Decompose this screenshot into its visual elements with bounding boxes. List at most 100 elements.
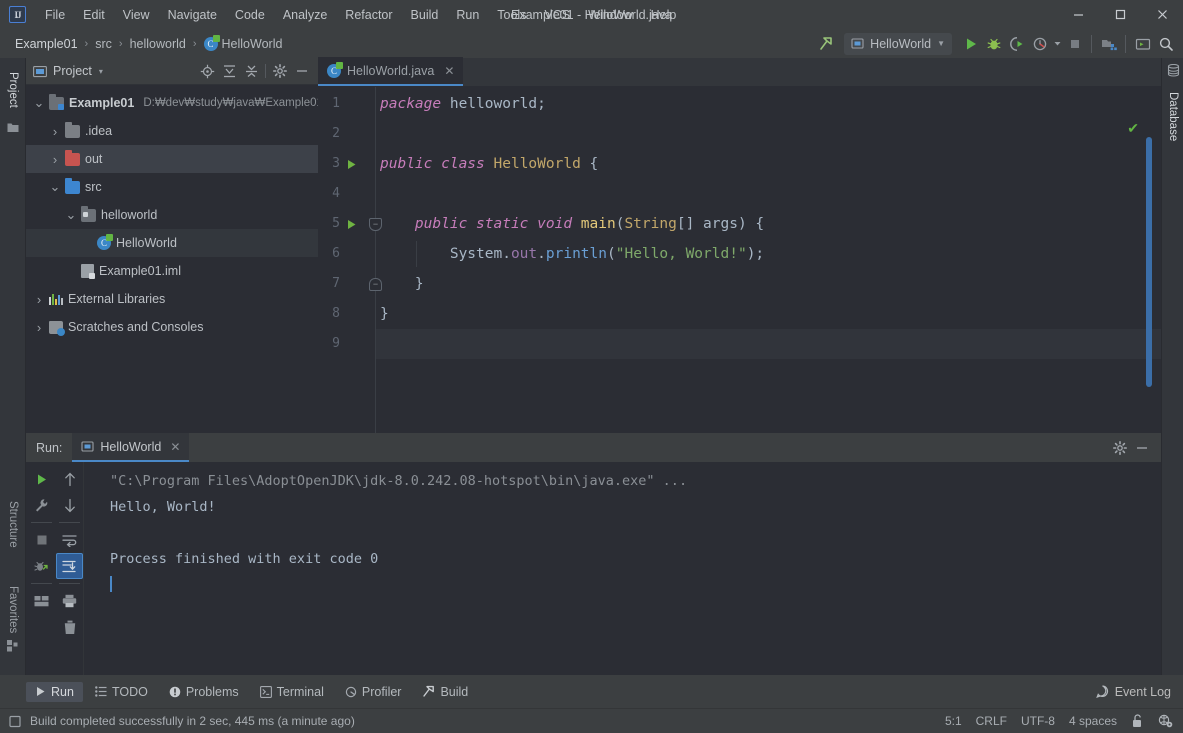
line-separator[interactable]: CRLF — [976, 714, 1007, 728]
profiler-dropdown-icon[interactable] — [1051, 32, 1063, 55]
line-number: 8 — [332, 306, 340, 321]
caret-position[interactable]: 5:1 — [945, 714, 962, 728]
dump-threads-icon[interactable] — [28, 553, 55, 579]
bottom-tab-problems[interactable]: Problems — [160, 682, 248, 702]
minimize-button[interactable] — [1057, 0, 1099, 29]
locate-icon[interactable] — [196, 60, 218, 82]
sidebar-item-favorites[interactable]: Favorites — [0, 577, 26, 643]
tree-node-label: src — [85, 180, 102, 194]
breadcrumb-item-example01[interactable]: Example01 — [11, 35, 82, 53]
scroll-to-end-icon[interactable] — [56, 553, 83, 579]
chevron-down-icon[interactable]: ⌄ — [48, 180, 62, 194]
expand-all-icon[interactable] — [218, 60, 240, 82]
code-line: public static void main(String[] args) { — [380, 209, 764, 239]
menu-item-file[interactable]: File — [36, 5, 74, 25]
close-icon[interactable]: ✕ — [444, 64, 454, 78]
console-output[interactable]: "C:\Program Files\AdoptOpenJDK\jdk-8.0.2… — [84, 462, 1161, 675]
tree-node[interactable]: › External Libraries — [26, 285, 318, 313]
menu-item-vcs[interactable]: VCS — [535, 5, 579, 25]
code-editor[interactable]: 1 2 3 4 5 6 7 8 9 package helloworld; public clas… — [318, 87, 1161, 433]
sidebar-item-database[interactable]: Database — [1162, 82, 1183, 152]
close-icon[interactable]: ✕ — [170, 440, 180, 454]
gutter-run-icon[interactable] — [344, 209, 358, 239]
menu-item-build[interactable]: Build — [402, 5, 448, 25]
menu-item-refactor[interactable]: Refactor — [336, 5, 401, 25]
inspections-icon[interactable] — [1158, 714, 1173, 728]
gutter-run-icon[interactable] — [344, 149, 358, 179]
file-encoding[interactable]: UTF-8 — [1021, 714, 1055, 728]
breadcrumb-item-helloworld[interactable]: helloworld — [126, 35, 190, 53]
settings-gear-icon[interactable] — [269, 60, 291, 82]
chevron-right-icon[interactable]: › — [32, 320, 46, 335]
menu-item-code[interactable]: Code — [226, 5, 274, 25]
debug-icon[interactable] — [982, 32, 1005, 55]
build-hammer-icon[interactable] — [814, 32, 837, 55]
chevron-right-icon[interactable]: › — [48, 124, 62, 139]
editor-tab-label: HelloWorld.java — [347, 63, 435, 78]
bottom-tab-profiler[interactable]: Profiler — [336, 682, 411, 702]
toolbar-divider — [1091, 34, 1092, 53]
indent-setting[interactable]: 4 spaces — [1069, 714, 1117, 728]
menu-item-window[interactable]: Window — [579, 5, 641, 25]
chevron-down-icon[interactable]: ⌄ — [32, 96, 46, 110]
chevron-right-icon[interactable]: › — [48, 152, 62, 167]
menu-item-edit[interactable]: Edit — [74, 5, 114, 25]
bottom-tab-terminal[interactable]: Terminal — [251, 682, 333, 702]
soft-wrap-icon[interactable] — [56, 527, 83, 553]
tree-node[interactable]: ⌄ src — [26, 173, 318, 201]
close-button[interactable] — [1141, 0, 1183, 29]
sidebar-item-structure[interactable]: Structure — [0, 491, 26, 557]
layout-icon[interactable] — [28, 588, 55, 614]
menu-item-view[interactable]: View — [114, 5, 159, 25]
breadcrumb-item-src[interactable]: src — [91, 35, 116, 53]
search-everywhere-icon[interactable] — [1154, 32, 1177, 55]
tree-node[interactable]: › Scratches and Consoles — [26, 313, 318, 341]
maximize-button[interactable] — [1099, 0, 1141, 29]
run-configuration-selector[interactable]: HelloWorld ▼ — [844, 32, 952, 55]
bottom-tab-todo[interactable]: TODO — [86, 682, 157, 702]
project-structure-icon[interactable] — [1097, 32, 1120, 55]
inspection-status-icon[interactable]: ✔ — [1127, 120, 1139, 137]
tree-node[interactable]: C HelloWorld — [26, 229, 318, 257]
breadcrumb-item-helloworld[interactable]: C HelloWorld — [200, 34, 287, 53]
menu-item-help[interactable]: Help — [642, 5, 686, 25]
print-icon[interactable] — [56, 588, 83, 614]
tree-node[interactable]: › .idea — [26, 117, 318, 145]
chevron-right-icon[interactable]: › — [32, 292, 46, 307]
settings-wrench-icon[interactable] — [28, 492, 55, 518]
profiler-icon[interactable] — [1028, 32, 1051, 55]
chevron-down-icon[interactable]: ⌄ — [64, 208, 78, 222]
run-with-coverage-icon[interactable] — [1005, 32, 1028, 55]
menu-item-tools[interactable]: Tools — [488, 5, 535, 25]
tree-node[interactable]: ⌄ helloworld — [26, 201, 318, 229]
rerun-icon[interactable] — [28, 466, 55, 492]
tree-node[interactable]: › out — [26, 145, 318, 173]
stop-icon[interactable] — [1063, 32, 1086, 55]
hide-panel-icon[interactable] — [291, 60, 313, 82]
tree-node[interactable]: Example01.iml — [26, 257, 318, 285]
sidebar-item-project[interactable]: Project — [0, 62, 26, 118]
settings-gear-icon[interactable] — [1109, 437, 1131, 459]
chevron-down-icon: ▼ — [937, 39, 945, 48]
bottom-tab-run[interactable]: Run — [26, 681, 83, 702]
tab-helloworld-java[interactable]: C HelloWorld.java ✕ — [318, 57, 464, 86]
panel-toolbar-divider — [265, 64, 266, 78]
menu-item-navigate[interactable]: Navigate — [159, 5, 226, 25]
stop-icon[interactable] — [28, 527, 55, 553]
hide-panel-icon[interactable] — [1131, 437, 1153, 459]
editor-scrollbar[interactable] — [1146, 137, 1152, 387]
bottom-tab-build[interactable]: Build — [413, 682, 477, 702]
event-log-label[interactable]: Event Log — [1115, 685, 1171, 699]
clear-all-icon[interactable] — [56, 614, 83, 640]
unlocked-icon[interactable] — [1131, 714, 1144, 728]
run-tab-helloworld[interactable]: HelloWorld ✕ — [72, 433, 190, 462]
collapse-all-icon[interactable] — [240, 60, 262, 82]
down-arrow-icon[interactable] — [56, 492, 83, 518]
up-arrow-icon[interactable] — [56, 466, 83, 492]
run-icon[interactable] — [959, 32, 982, 55]
tree-node[interactable]: ⌄ Example01 D:₩dev₩study₩java₩Example01 — [26, 89, 323, 117]
menu-item-analyze[interactable]: Analyze — [274, 5, 336, 25]
window-controls — [1057, 0, 1183, 29]
menu-item-run[interactable]: Run — [447, 5, 488, 25]
terminal-icon[interactable] — [1131, 32, 1154, 55]
